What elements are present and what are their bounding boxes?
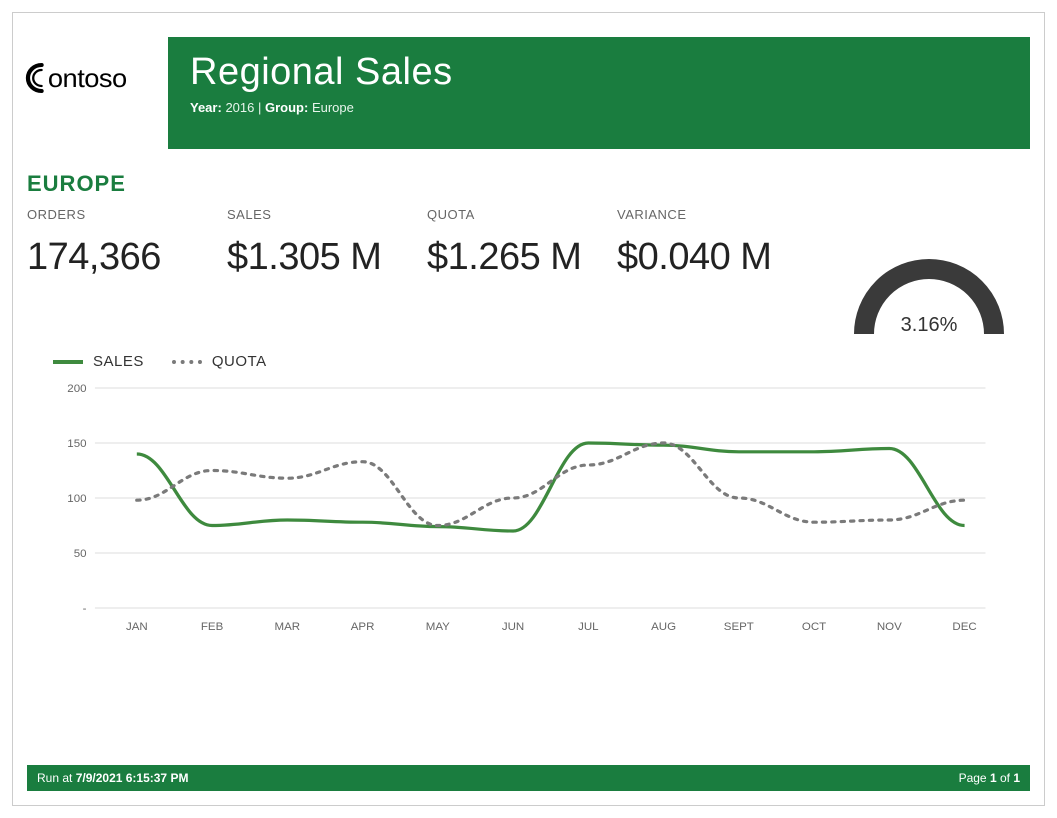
svg-text:FEB: FEB — [201, 621, 223, 633]
report-subtitle: Year: 2016 | Group: Europe — [190, 100, 1008, 115]
svg-text:-: - — [83, 603, 87, 615]
legend-sales-label: SALES — [93, 353, 144, 370]
svg-text:100: 100 — [67, 493, 86, 505]
svg-text:APR: APR — [351, 621, 375, 633]
logo-text: ontoso — [24, 61, 161, 103]
kpi-orders-value: 174,366 — [27, 236, 227, 279]
svg-text:JUN: JUN — [502, 621, 524, 633]
svg-text:NOV: NOV — [877, 621, 902, 633]
year-label: Year: — [190, 100, 222, 115]
svg-text:50: 50 — [74, 548, 87, 560]
svg-text:ontoso: ontoso — [48, 64, 127, 93]
page-num: 1 — [990, 771, 997, 785]
subtitle-sep: | — [258, 100, 265, 115]
kpi-sales-value: $1.305 M — [227, 236, 427, 279]
kpi-variance: VARIANCE $0.040 M — [617, 207, 807, 279]
group-label: Group: — [265, 100, 308, 115]
kpi-quota-label: QUOTA — [427, 207, 617, 222]
svg-text:SEPT: SEPT — [724, 621, 754, 633]
chart-legend: SALES QUOTA — [53, 353, 996, 370]
kpi-quota-value: $1.265 M — [427, 236, 617, 279]
chart-plot: - 50 100 150 200 JAN FEB MAR APR MAY JUN JUL AUG SEPT… — [53, 378, 996, 638]
title-banner: Regional Sales Year: 2016 | Group: Europ… — [168, 37, 1030, 149]
page-of: of — [997, 771, 1014, 785]
legend-quota-label: QUOTA — [212, 353, 267, 370]
legend-sales-swatch-icon — [53, 360, 83, 364]
report-footer: Run at 7/9/2021 6:15:37 PM Page 1 of 1 — [27, 765, 1030, 791]
page-prefix: Page — [959, 771, 990, 785]
svg-text:DEC: DEC — [952, 621, 976, 633]
legend-sales: SALES — [53, 353, 144, 370]
footer-page: Page 1 of 1 — [959, 771, 1020, 785]
legend-quota-swatch-icon — [172, 360, 202, 364]
svg-text:JUL: JUL — [578, 621, 598, 633]
svg-text:200: 200 — [67, 383, 86, 395]
run-prefix: Run at — [37, 771, 76, 785]
kpi-variance-value: $0.040 M — [617, 236, 807, 279]
run-time: 7/9/2021 6:15:37 PM — [76, 771, 189, 785]
svg-text:OCT: OCT — [802, 621, 826, 633]
kpi-orders: ORDERS 174,366 — [27, 207, 227, 279]
svg-text:MAR: MAR — [275, 621, 301, 633]
svg-text:MAY: MAY — [426, 621, 451, 633]
kpi-quota: QUOTA $1.265 M — [427, 207, 617, 279]
svg-text:JAN: JAN — [126, 621, 148, 633]
kpi-sales-label: SALES — [227, 207, 427, 222]
kpi-variance-label: VARIANCE — [617, 207, 807, 222]
kpi-orders-label: ORDERS — [27, 207, 227, 222]
group-value: Europe — [312, 100, 354, 115]
page-total: 1 — [1013, 771, 1020, 785]
year-value: 2016 — [225, 100, 254, 115]
brand-logo: ontoso — [27, 61, 157, 103]
sales-quota-chart: SALES QUOTA - 50 100 150 200 JAN FEB MAR APR MAY J… — [53, 353, 996, 683]
report-title: Regional Sales — [190, 51, 1008, 94]
report-page: ontoso Regional Sales Year: 2016 | Group… — [12, 12, 1045, 806]
region-heading: EUROPE — [27, 171, 126, 197]
gauge-percent: 3.16% — [844, 314, 1014, 337]
legend-quota: QUOTA — [172, 353, 267, 370]
svg-text:150: 150 — [67, 438, 86, 450]
kpi-sales: SALES $1.305 M — [227, 207, 427, 279]
variance-gauge: 3.16% — [844, 249, 1014, 339]
footer-run: Run at 7/9/2021 6:15:37 PM — [37, 771, 188, 785]
svg-text:AUG: AUG — [651, 621, 676, 633]
